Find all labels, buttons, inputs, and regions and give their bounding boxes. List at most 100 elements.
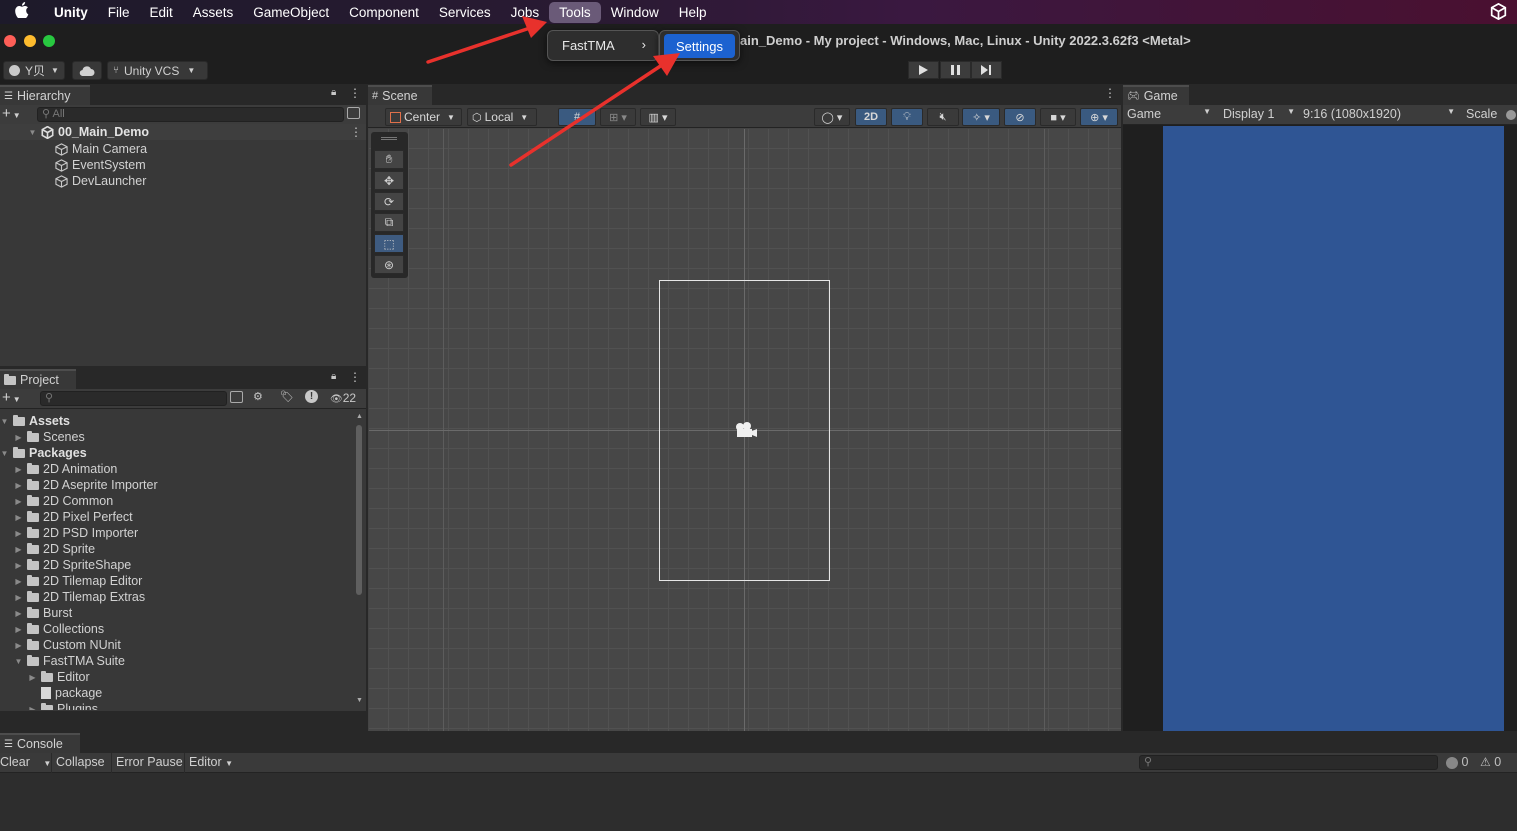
project-tree-item[interactable]: ▶ 2D PSD Importer bbox=[14, 525, 138, 541]
unity-logo-icon[interactable] bbox=[1490, 3, 1507, 20]
project-scrollbar[interactable]: ▲ ▼ bbox=[355, 413, 364, 710]
menu-tools[interactable]: Tools bbox=[549, 1, 601, 23]
tab-console[interactable]: ☰ Console bbox=[0, 733, 80, 753]
hierarchy-item[interactable]: DevLauncher bbox=[55, 173, 146, 189]
scene-menu-icon[interactable]: ⋮ bbox=[350, 125, 362, 139]
scale-slider[interactable]: Scale bbox=[1466, 107, 1517, 121]
project-tree-item[interactable]: ▶ Collections bbox=[14, 621, 104, 637]
menu-component[interactable]: Component bbox=[339, 2, 429, 23]
collapsed-arrow-icon[interactable]: ▶ bbox=[14, 577, 23, 586]
hand-tool[interactable]: ✋︎ bbox=[374, 150, 404, 169]
project-tree-item[interactable]: ▶ 2D Sprite bbox=[14, 541, 95, 557]
rect-tool[interactable]: ⬚ bbox=[374, 234, 404, 253]
step-button[interactable] bbox=[971, 61, 1002, 79]
2d-mode-toggle[interactable]: 2D bbox=[855, 108, 887, 126]
draw-mode-dropdown[interactable]: ◯ ▾ bbox=[814, 108, 850, 126]
rotate-tool[interactable]: ⟳ bbox=[374, 192, 404, 211]
kebab-menu-icon[interactable]: ⋮ bbox=[349, 370, 361, 384]
apple-icon[interactable] bbox=[0, 2, 44, 22]
project-tree-item[interactable]: ▶ 2D SpriteShape bbox=[14, 557, 131, 573]
scrollbar-thumb[interactable] bbox=[356, 425, 362, 595]
grid-snap-toggle[interactable]: # bbox=[558, 108, 596, 126]
project-tree-item[interactable]: ▶ 2D Aseprite Importer bbox=[14, 477, 157, 493]
menu-help[interactable]: Help bbox=[669, 2, 717, 23]
collapsed-arrow-icon[interactable]: ▶ bbox=[14, 433, 23, 442]
gizmos-dropdown[interactable]: ⊕ ▾ bbox=[1080, 108, 1118, 126]
filter-by-label-icon[interactable]: 🏷︎ bbox=[280, 390, 294, 403]
create-dropdown[interactable]: + ▼ bbox=[2, 105, 21, 122]
menu-services[interactable]: Services bbox=[429, 2, 501, 23]
scale-tool[interactable]: ⧉ bbox=[374, 213, 404, 232]
collapsed-arrow-icon[interactable]: ▶ bbox=[14, 609, 23, 618]
project-tree-item[interactable]: ▼ FastTMA Suite bbox=[14, 653, 125, 669]
transform-tool[interactable]: ⊛ bbox=[374, 255, 404, 274]
audio-toggle[interactable]: 🔇︎ bbox=[927, 108, 959, 126]
project-tree-item[interactable]: ▶ Custom NUnit bbox=[14, 637, 120, 653]
kebab-menu-icon[interactable]: ⋮ bbox=[1104, 86, 1116, 100]
pivot-space-dropdown[interactable]: ⬡ Local ▼ bbox=[467, 108, 537, 126]
project-tree-item[interactable]: ▼ Packages bbox=[0, 445, 87, 461]
collapsed-arrow-icon[interactable]: ▶ bbox=[14, 625, 23, 634]
project-tree-item[interactable]: ▶ 2D Animation bbox=[14, 461, 117, 477]
move-tool[interactable]: ✥ bbox=[374, 171, 404, 190]
error-pause-toggle[interactable]: Error Pause bbox=[111, 753, 187, 773]
project-search-input[interactable]: ⚲ bbox=[40, 391, 227, 406]
hidden-packages-toggle[interactable]: 👁︎22 bbox=[330, 391, 356, 405]
vcs-dropdown[interactable]: ⑂ Unity VCS ▼ bbox=[107, 61, 208, 80]
collapsed-arrow-icon[interactable]: ▶ bbox=[14, 545, 23, 554]
menu-edit[interactable]: Edit bbox=[140, 2, 183, 23]
menu-item-fasttma[interactable]: FastTMA bbox=[562, 38, 615, 53]
filter-by-type-icon[interactable]: ⚙ bbox=[253, 390, 263, 403]
menu-gameobject[interactable]: GameObject bbox=[243, 2, 339, 23]
menu-file[interactable]: File bbox=[98, 2, 140, 23]
scene-row[interactable]: ▼ 00_Main_Demo bbox=[0, 124, 366, 140]
resolution-dropdown[interactable]: 9:16 (1080x1920) ▼ bbox=[1303, 107, 1457, 121]
project-tree-item[interactable]: ▶ Scenes bbox=[14, 429, 84, 445]
tab-game[interactable]: 🎮︎ Game bbox=[1123, 85, 1189, 105]
create-dropdown[interactable]: + ▼ bbox=[2, 389, 21, 406]
collapsed-arrow-icon[interactable]: ▶ bbox=[28, 705, 37, 711]
game-viewport[interactable] bbox=[1163, 126, 1504, 731]
project-tree-item[interactable]: ▶ Editor bbox=[28, 669, 89, 685]
expanded-arrow-icon[interactable]: ▼ bbox=[14, 657, 23, 666]
collapsed-arrow-icon[interactable]: ▶ bbox=[28, 673, 37, 682]
collapsed-arrow-icon[interactable]: ▶ bbox=[14, 641, 23, 650]
scroll-down-icon[interactable]: ▼ bbox=[356, 697, 363, 704]
collapse-toggle[interactable]: Collapse bbox=[51, 753, 109, 773]
expanded-arrow-icon[interactable]: ▼ bbox=[0, 417, 9, 426]
lighting-toggle[interactable]: 💡︎ bbox=[891, 108, 923, 126]
info-count-toggle[interactable]: 0 bbox=[1446, 755, 1468, 769]
collapsed-arrow-icon[interactable]: ▶ bbox=[14, 513, 23, 522]
collapsed-arrow-icon[interactable]: ▶ bbox=[14, 593, 23, 602]
scroll-up-icon[interactable]: ▲ bbox=[356, 413, 363, 420]
close-window-button[interactable] bbox=[4, 35, 16, 47]
project-tree-item[interactable]: ▶ 2D Tilemap Editor bbox=[14, 573, 142, 589]
collapsed-arrow-icon[interactable]: ▶ bbox=[14, 497, 23, 506]
project-tree-item[interactable]: ▶ 2D Tilemap Extras bbox=[14, 589, 145, 605]
snap-increment-dropdown[interactable]: ⊞ ▾ bbox=[600, 108, 636, 126]
lock-icon[interactable]: 🔒︎ bbox=[331, 87, 336, 98]
collapsed-arrow-icon[interactable]: ▶ bbox=[14, 529, 23, 538]
slider-knob[interactable] bbox=[1505, 109, 1516, 120]
tab-project[interactable]: Project bbox=[0, 369, 76, 389]
menu-unity[interactable]: Unity bbox=[44, 2, 98, 23]
search-options-icon[interactable] bbox=[230, 391, 243, 403]
collapsed-arrow-icon[interactable]: ▶ bbox=[14, 465, 23, 474]
clear-dropdown[interactable]: Clear ▼ bbox=[0, 755, 51, 769]
collapsed-arrow-icon[interactable]: ▶ bbox=[14, 561, 23, 570]
menu-jobs[interactable]: Jobs bbox=[501, 2, 550, 23]
effects-dropdown[interactable]: ✧ ▾ bbox=[962, 108, 1000, 126]
scene-camera-dropdown[interactable]: ■ ▾ bbox=[1040, 108, 1076, 126]
menu-assets[interactable]: Assets bbox=[183, 2, 244, 23]
project-tree-item[interactable]: ▼ Assets bbox=[0, 413, 70, 429]
tab-hierarchy[interactable]: ☰ Hierarchy bbox=[0, 85, 90, 105]
increment-snap-dropdown[interactable]: ▥ ▾ bbox=[640, 108, 676, 126]
expanded-arrow-icon[interactable]: ▼ bbox=[0, 449, 9, 458]
pivot-mode-dropdown[interactable]: Center ▼ bbox=[385, 108, 462, 126]
project-tree-item[interactable]: ▶ 2D Pixel Perfect bbox=[14, 509, 132, 525]
editor-dropdown[interactable]: Editor ▼ bbox=[184, 753, 237, 773]
zoom-window-button[interactable] bbox=[43, 35, 55, 47]
minimize-window-button[interactable] bbox=[24, 35, 36, 47]
filter-log-icon[interactable]: ! bbox=[305, 390, 318, 403]
game-view-dropdown[interactable]: Game ▼ bbox=[1127, 107, 1213, 121]
